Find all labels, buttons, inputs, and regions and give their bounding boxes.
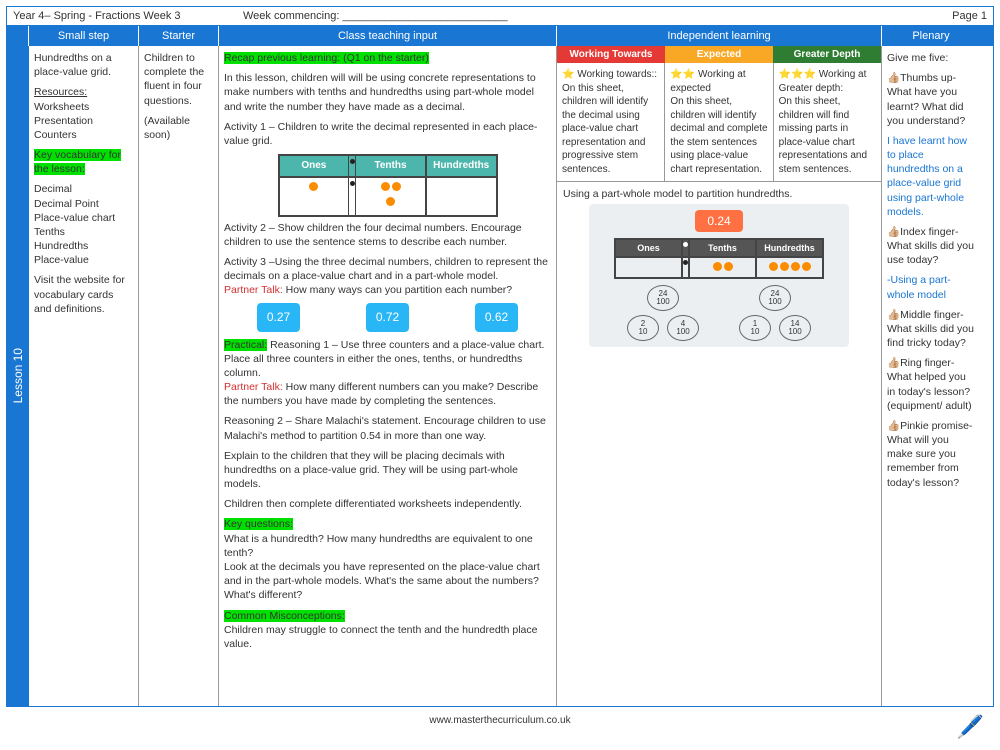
ex-cell: ⭐⭐ Working at expectedOn this sheet, chi…	[665, 63, 773, 181]
lesson-tab: Lesson 10	[7, 46, 29, 706]
independent-col: Working Towards Expected Greater Depth ⭐…	[557, 46, 882, 706]
header-plenary: Plenary	[882, 26, 980, 46]
gd-cell: ⭐⭐⭐ Working at Greater depth:On this she…	[774, 63, 881, 181]
top-bar: Year 4– Spring - Fractions Week 3 Week c…	[7, 7, 993, 26]
brand-logo-icon: 🖊️	[957, 714, 984, 740]
wt-cell: ⭐ Working towards::On this sheet, childr…	[557, 63, 665, 181]
header-working-towards: Working Towards	[557, 46, 665, 63]
header-independent: Independent learning	[557, 26, 882, 46]
part-whole-diagram: Using a part-whole model to partition hu…	[557, 181, 881, 706]
week-commencing: Week commencing: _______________________…	[243, 10, 927, 22]
header-small-step: Small step	[29, 26, 139, 46]
place-value-chart: Ones Tenths Hundredths	[278, 154, 498, 217]
small-step-col: Hundredths on a place-value grid. Resour…	[29, 46, 139, 706]
column-headers: Small step Starter Class teaching input …	[7, 26, 993, 46]
page-number: Page 1	[927, 10, 987, 22]
body-row: Lesson 10 Hundredths on a place-value gr…	[7, 46, 993, 706]
header-greater-depth: Greater Depth	[773, 46, 881, 63]
doc-title: Year 4– Spring - Fractions Week 3	[13, 10, 243, 22]
footer-url: www.masterthecurriculum.co.uk	[0, 713, 1000, 728]
header-starter: Starter	[139, 26, 219, 46]
decimal-chips: 0.27 0.72 0.62	[224, 303, 551, 331]
class-input-col: Recap previous learning: (Q1 on the star…	[219, 46, 557, 706]
header-expected: Expected	[665, 46, 773, 63]
starter-col: Children to complete the fluent in four …	[139, 46, 219, 706]
plenary-col: Give me five: 👍🏼Thumbs up- What have you…	[882, 46, 980, 706]
header-class-input: Class teaching input	[219, 26, 557, 46]
lesson-plan-page: Year 4– Spring - Fractions Week 3 Week c…	[6, 6, 994, 707]
